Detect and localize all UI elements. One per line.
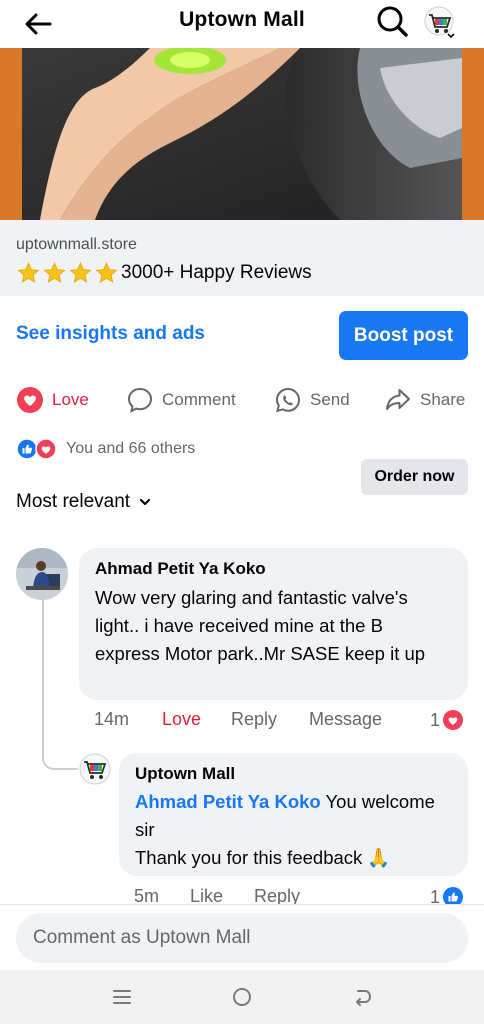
comment-love-button[interactable]: Love	[162, 709, 201, 730]
recent-apps-icon[interactable]	[109, 984, 135, 1010]
love-button[interactable]: Love	[16, 380, 89, 420]
boost-post-button[interactable]: Boost post	[339, 311, 468, 360]
love-label: Love	[52, 390, 89, 409]
post-image[interactable]	[0, 48, 484, 220]
link-preview[interactable]: uptownmall.store 3000+ Happy Reviews Ord…	[0, 220, 484, 495]
send-button[interactable]: Send	[274, 380, 350, 420]
reactions-summary[interactable]: You and 66 others	[16, 437, 195, 461]
top-bar: Uptown Mall	[0, 0, 484, 48]
commenter-avatar[interactable]	[16, 548, 68, 600]
love-reaction-icon	[17, 387, 43, 413]
search-icon[interactable]	[375, 4, 409, 38]
reaction-icons	[16, 438, 57, 460]
comment-reply-button[interactable]: Reply	[231, 709, 277, 730]
reply-reaction-count[interactable]: 1	[430, 886, 464, 906]
share-label: Share	[420, 390, 466, 409]
home-icon[interactable]	[229, 984, 255, 1010]
comment-message-button[interactable]: Message	[309, 709, 382, 730]
reply-like-button[interactable]: Like	[190, 886, 223, 906]
sort-label: Most relevant	[16, 491, 131, 512]
comment-button[interactable]: Comment	[126, 380, 236, 420]
reply-meta: 5m Like Reply 1	[134, 884, 470, 906]
post-actions: Love Comment Send Share	[0, 380, 484, 420]
star-rating	[16, 260, 120, 286]
page-avatar[interactable]	[79, 753, 111, 785]
profile-switcher-avatar[interactable]	[424, 6, 458, 40]
thread-connector	[42, 600, 78, 770]
star-icon	[43, 262, 66, 283]
send-label: Send	[310, 390, 350, 409]
comment-author[interactable]: Ahmad Petit Ya Koko	[95, 559, 452, 579]
reply-text: Ahmad Petit Ya Koko You welcome sir Thank…	[135, 788, 452, 872]
link-domain: uptownmall.store	[16, 236, 137, 253]
star-icon	[95, 262, 118, 283]
comment-bubble[interactable]: Ahmad Petit Ya Koko Wow very glaring and…	[79, 548, 468, 700]
like-reaction-icon	[443, 887, 464, 906]
back-nav-icon[interactable]	[349, 984, 375, 1010]
chevron-down-icon	[139, 498, 151, 506]
post-photo	[0, 48, 484, 220]
reply-reply-button[interactable]: Reply	[254, 886, 300, 906]
order-now-button[interactable]: Order now	[361, 459, 468, 495]
share-button[interactable]: Share	[384, 380, 465, 420]
comment-text: Wow very glaring and fantastic valve's l…	[95, 587, 426, 664]
reply-author[interactable]: Uptown Mall	[135, 764, 452, 784]
share-icon	[386, 389, 410, 410]
star-icon	[69, 262, 92, 283]
comment-icon	[127, 387, 153, 413]
see-insights-link[interactable]: See insights and ads	[16, 323, 205, 345]
system-nav-bar	[0, 970, 484, 1024]
whatsapp-icon	[275, 387, 301, 413]
love-reaction-icon	[443, 710, 464, 730]
comment-input[interactable]: Comment as Uptown Mall	[16, 913, 468, 963]
folded-hands-emoji: 🙏	[367, 847, 391, 868]
reply-time: 5m	[134, 886, 160, 906]
reply-line2: Thank you for this feedback	[135, 847, 363, 868]
comment-reaction-count-value: 1	[430, 709, 441, 730]
reactions-summary-text: You and 66 others	[66, 440, 196, 457]
reply-mention[interactable]: Ahmad Petit Ya Koko	[135, 791, 321, 812]
comment-sort-dropdown[interactable]: Most relevant	[16, 491, 154, 513]
reviews-text: 3000+ Happy Reviews	[121, 262, 312, 283]
comment-time: 14m	[94, 709, 130, 729]
reply-bubble[interactable]: Uptown Mall Ahmad Petit Ya Koko You welc…	[119, 753, 468, 876]
comment-label: Comment	[162, 390, 236, 409]
comment-meta: 14m Love Reply Message 1	[94, 707, 470, 733]
star-icon	[17, 262, 40, 283]
page-title: Uptown Mall	[179, 8, 305, 31]
comment-composer: Comment as Uptown Mall	[0, 904, 484, 970]
comment-reaction-count[interactable]: 1	[430, 709, 464, 731]
avatar-photo	[16, 548, 68, 600]
